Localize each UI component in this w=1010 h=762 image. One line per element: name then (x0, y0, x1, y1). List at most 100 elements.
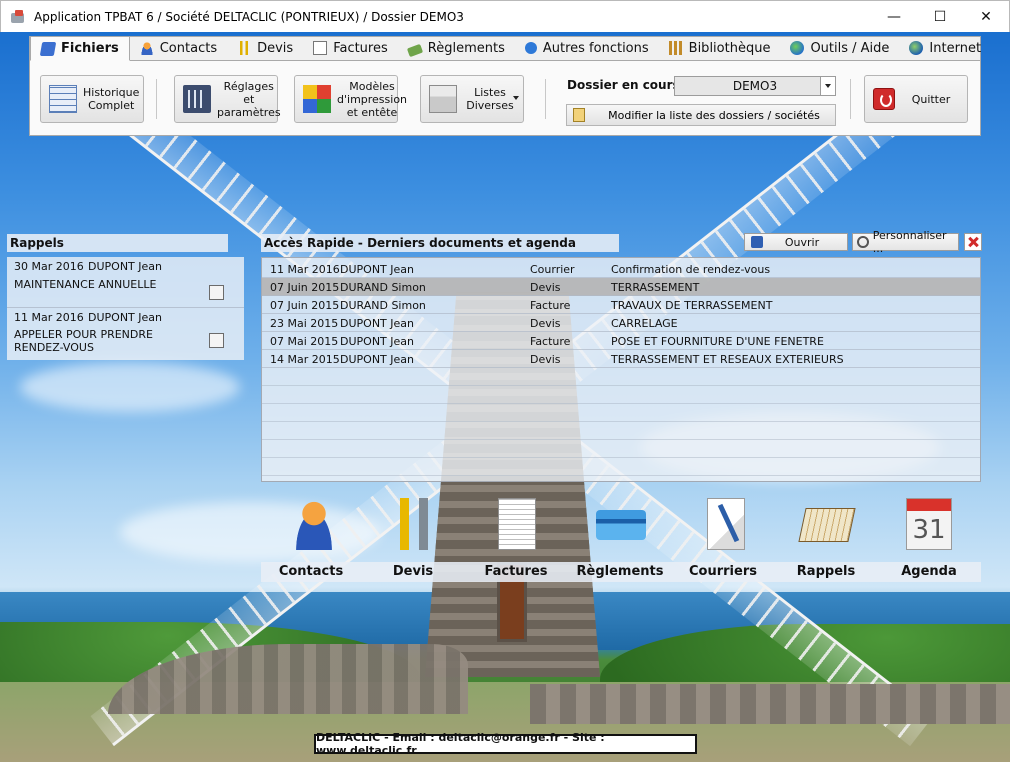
rappel-text: APPELER POUR PRENDRE RENDEZ-VOUS (14, 328, 153, 354)
ouvrir-button[interactable]: Ouvrir (744, 233, 848, 251)
launch-label-devis[interactable]: Devis (361, 564, 465, 579)
tab-label: Factures (333, 40, 388, 56)
cell: Courrier (530, 263, 575, 276)
tab-autres-fonctions[interactable]: Autres fonctions (515, 36, 659, 60)
books-icon (668, 41, 683, 55)
table-icon (49, 85, 77, 113)
cell: Devis (530, 281, 561, 294)
tab-label: Fichiers (61, 41, 119, 56)
rappel-item[interactable]: 11 Mar 2016 DUPONT Jean APPELER POUR PRE… (7, 311, 244, 359)
empty-row (262, 404, 980, 422)
empty-row (262, 440, 980, 458)
dossier-value: DEMO3 (732, 79, 778, 93)
tools-icon (237, 41, 252, 55)
table-row[interactable]: 14 Mar 2015 DUPONT Jean Devis TERRASSEMENT … (262, 350, 980, 368)
recent-documents-list: 11 Mar 2016 DUPONT Jean Courrier Confirmati… (261, 257, 981, 482)
title-bar: Application TPBAT 6 / Société DELTACLIC … (0, 0, 1010, 32)
minimize-button[interactable]: — (871, 1, 917, 32)
tab-label: Devis (257, 40, 294, 56)
rappel-name: DUPONT Jean (88, 260, 162, 273)
button-label: Quitter (911, 92, 951, 106)
tab-devis[interactable]: Devis (227, 36, 303, 60)
rappel-item[interactable]: 30 Mar 2016 DUPONT Jean MAINTENANCE ANNU… (7, 260, 244, 310)
sliders-icon (183, 85, 211, 113)
cell: Facture (530, 299, 571, 312)
separator (850, 79, 851, 119)
launch-label-rappels[interactable]: Rappels (774, 564, 878, 579)
personnaliser-button[interactable]: Personnaliser ... (852, 229, 959, 255)
dossier-label: Dossier en cours : (567, 78, 689, 92)
cell: TERRASSEMENT (611, 281, 700, 294)
button-label: Réglages et paramètres (217, 79, 281, 119)
tab-contacts[interactable]: Contacts (130, 36, 227, 60)
contacts-icon (289, 498, 339, 550)
close-panel-icon[interactable] (964, 233, 982, 251)
button-label: Historique Complet (83, 86, 140, 112)
button-label: Ouvrir (784, 235, 820, 249)
tab-fichiers[interactable]: Fichiers (30, 36, 130, 61)
separator (545, 79, 546, 119)
maximize-button[interactable]: ☐ (917, 1, 963, 32)
table-row-selected[interactable]: 07 Juin 2015 DURAND Simon Devis TERRASSEMEN… (262, 278, 980, 296)
gear-icon (857, 236, 869, 248)
cell: DUPONT Jean (340, 353, 414, 366)
dropdown-arrow-icon (513, 96, 519, 100)
tab-label: Internet (929, 40, 982, 56)
quitter-button[interactable]: Quitter (864, 75, 968, 123)
cell: 11 Mar 2016 (270, 263, 340, 276)
globe-icon (790, 41, 805, 55)
historique-complet-button[interactable]: Historique Complet (40, 75, 144, 123)
tab-bibliotheque[interactable]: Bibliothèque (659, 36, 781, 60)
empty-row (262, 458, 980, 476)
internet-icon (909, 41, 924, 55)
modeles-impression-button[interactable]: Modèles d'impression et entête (294, 75, 407, 123)
chevron-down-icon[interactable] (820, 77, 835, 95)
table-row[interactable]: 23 Mai 2015 DUPONT Jean Devis CARRELAGE (262, 314, 980, 332)
rappel-checkbox[interactable] (209, 285, 224, 300)
rappel-date: 30 Mar 2016 (14, 260, 84, 273)
rappels-title: Rappels (7, 234, 228, 252)
app-icon (10, 9, 26, 25)
tab-outils-aide[interactable]: Outils / Aide (780, 36, 899, 60)
person-icon (139, 41, 154, 55)
table-row[interactable]: 11 Mar 2016 DUPONT Jean Courrier Confirmati… (262, 260, 980, 278)
cell: TERRASSEMENT ET RESEAUX EXTERIEURS (611, 353, 844, 366)
rappels-icon (798, 508, 856, 542)
tab-label: Règlements (427, 40, 505, 56)
tab-internet[interactable]: Internet (899, 36, 991, 60)
modifier-dossiers-button[interactable]: Modifier la liste des dossiers / société… (566, 104, 836, 126)
cell: 07 Mai 2015 (270, 335, 339, 348)
cell: DURAND Simon (340, 299, 426, 312)
empty-row (262, 386, 980, 404)
launch-label-agenda[interactable]: Agenda (877, 564, 981, 579)
power-icon (873, 88, 895, 110)
cell: 23 Mai 2015 (270, 317, 339, 330)
dossier-select[interactable]: DEMO3 (674, 76, 836, 96)
listes-diverses-button[interactable]: Listes Diverses (420, 75, 524, 123)
tab-factures[interactable]: Factures (303, 36, 398, 60)
cell: Devis (530, 353, 561, 366)
launch-label-factures[interactable]: Factures (464, 564, 568, 579)
courriers-icon (707, 498, 745, 550)
cell: DUPONT Jean (340, 335, 414, 348)
folder-icon (573, 108, 585, 122)
ribbon: Fichiers Contacts Devis Factures Règleme… (29, 36, 981, 136)
rappels-list: 30 Mar 2016 DUPONT Jean MAINTENANCE ANNU… (7, 257, 244, 360)
factures-icon (498, 498, 536, 550)
launch-label-reglements[interactable]: Règlements (568, 564, 672, 579)
launch-label-courriers[interactable]: Courriers (671, 564, 775, 579)
cell: TRAVAUX DE TERRASSEMENT (611, 299, 773, 312)
empty-row (262, 368, 980, 386)
table-row[interactable]: 07 Mai 2015 DUPONT Jean Facture POSE ET FOU… (262, 332, 980, 350)
close-window-button[interactable]: ✕ (963, 1, 1009, 32)
rappel-name: DUPONT Jean (88, 311, 162, 324)
launch-label-contacts[interactable]: Contacts (259, 564, 363, 579)
cell: 14 Mar 2015 (270, 353, 340, 366)
cell: DURAND Simon (340, 281, 426, 294)
table-row[interactable]: 07 Juin 2015 DURAND Simon Facture TRAVAUX D… (262, 296, 980, 314)
rappel-date: 11 Mar 2016 (14, 311, 84, 324)
reglages-button[interactable]: Réglages et paramètres (174, 75, 281, 123)
gear-icon (524, 42, 537, 54)
rappel-checkbox[interactable] (209, 333, 224, 348)
tab-reglements[interactable]: Règlements (398, 36, 515, 60)
